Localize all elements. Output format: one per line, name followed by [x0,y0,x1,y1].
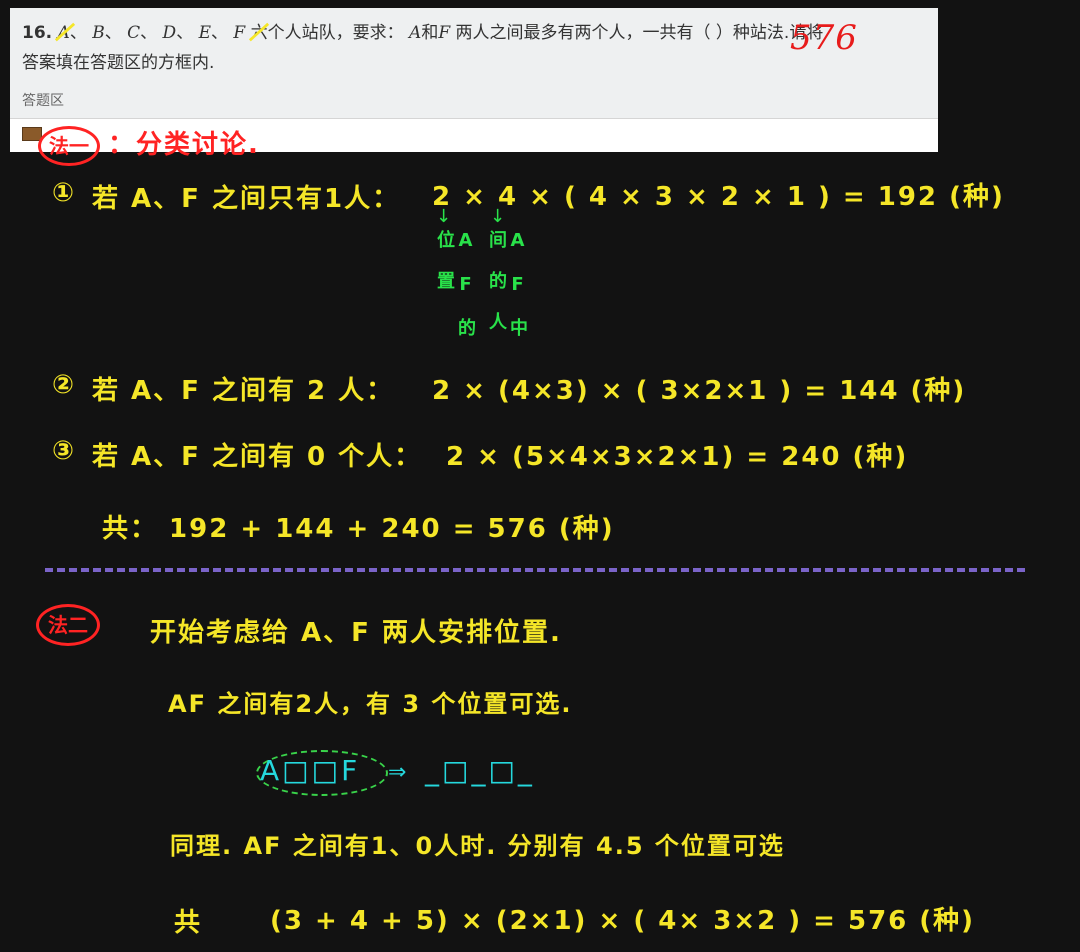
question-line-2: 答案填在答题区的方框内. [22,53,215,73]
letter-f: F [233,23,246,43]
yellow-strike-mark-a [54,22,76,42]
arrow-down-icon: ↓ [436,206,452,227]
question-text-c: 两人之间最多有两个人，一共有（ ）种站法.请将 [455,23,824,43]
yellow-strike-mark-f [248,22,270,42]
method1-title: ：分类讨论. [108,130,260,160]
total1: 共： 192 + 144 + 240 = 576 (种) [102,514,615,544]
method2-label: 法二 [36,604,100,646]
case3-text: 若 A、F 之间有 0 个人： [92,442,423,472]
letter-e: E [198,23,212,43]
case1-text: 若 A、F 之间只有1人： [92,184,401,214]
case1-note-b: A F 中 间 的 人 [486,230,528,337]
diagram-right-text: _□_□_ [425,754,535,787]
method1-label: 法一 [38,126,100,166]
letter-c: C [127,23,141,43]
method2-line1: 开始考虑给 A、F 两人安排位置. [150,618,562,648]
case3-marker: ③ [52,436,77,466]
method2-line3: 同理. AF 之间有1、0人时. 分别有 4.5 个位置可选 [170,832,785,860]
question-text-b: 和 [421,23,439,43]
arrow-down-icon: ↓ [490,206,506,227]
arrow-right-icon: ⇒ [388,760,407,785]
method2-total-label: 共 [174,908,203,938]
answer-area-label: 答题区 [22,93,64,109]
letter-f-2: F [438,23,451,43]
letter-b: B [92,23,105,43]
case1-formula: 2 × 4 × ( 4 × 3 × 2 × 1 ) = 192 (种) [432,182,1005,212]
case2-marker: ② [52,370,77,400]
question-text-a: 六个人站队，要求： [250,23,404,43]
diagram-right: _□_□_ [425,754,535,787]
case2-text: 若 A、F 之间有 2 人： [92,376,395,406]
diagram-left: A□□F [260,754,361,787]
case1-note-a: A F 的 位 置 [434,230,476,337]
question-number: 16. [22,23,53,43]
handwritten-answer: 576 [790,18,858,58]
method2-line2: AF 之间有2人，有 3 个位置可选. [168,690,573,718]
letter-d: D [162,23,177,43]
case3-formula: 2 × (5×4×3×2×1) = 240 (种) [446,442,909,472]
case1-marker: ① [52,178,77,208]
method2-total-formula: (3 + 4 + 5) × (2×1) × ( 4× 3×2 ) = 576 (… [270,906,976,936]
letter-a-2: A [409,23,422,43]
dashed-divider [45,568,1025,572]
case2-formula: 2 × (4×3) × ( 3×2×1 ) = 144 (种) [432,376,967,406]
